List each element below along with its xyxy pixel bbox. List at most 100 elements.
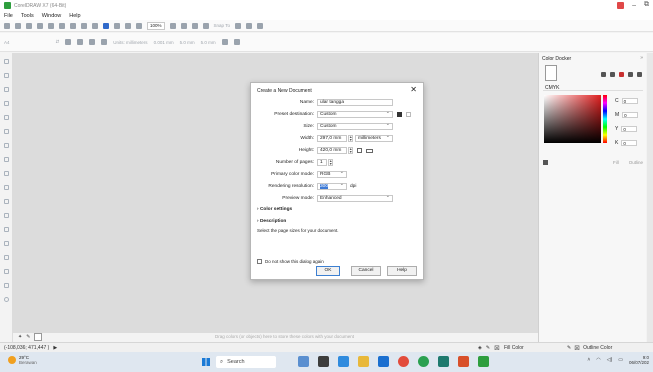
color-mode-select[interactable]: RGB <box>317 170 347 178</box>
rulers-icon[interactable] <box>180 22 187 29</box>
treat-as-filled-icon[interactable] <box>221 39 228 45</box>
hue-slider[interactable] <box>603 95 607 143</box>
eyedropper-icon[interactable] <box>601 72 606 77</box>
undo-icon[interactable] <box>81 22 87 29</box>
file-explorer-icon[interactable] <box>358 356 369 367</box>
all-pages-icon[interactable] <box>89 39 96 45</box>
zoom-tool-icon[interactable] <box>4 101 9 106</box>
add-page-icon[interactable] <box>233 39 240 45</box>
save-preset-icon[interactable] <box>397 112 402 117</box>
battery-icon[interactable]: ▭ <box>618 357 623 363</box>
outline-button[interactable]: Outline <box>629 160 643 165</box>
width-input[interactable]: 297,0 mm <box>317 135 347 142</box>
color-picker-field[interactable] <box>544 95 601 143</box>
menu-window[interactable]: Window <box>42 13 62 19</box>
portrait-orientation-icon[interactable] <box>357 148 362 153</box>
shape-tool-icon[interactable] <box>4 73 9 78</box>
resolution-select[interactable]: 300 <box>317 182 347 190</box>
play-icon[interactable]: ▶ <box>53 345 57 351</box>
new-document-icon[interactable] <box>4 22 10 29</box>
delete-preset-icon[interactable] <box>406 112 411 117</box>
print-icon[interactable] <box>37 22 43 29</box>
color-viewer-icon[interactable] <box>619 72 624 77</box>
opera-icon[interactable] <box>398 356 409 367</box>
options-icon[interactable] <box>234 22 241 29</box>
fill-none-icon[interactable]: ✦ <box>18 334 22 340</box>
full-screen-icon[interactable] <box>169 22 176 29</box>
channel-k-input[interactable]: 0 <box>621 139 638 146</box>
text-tool-icon[interactable] <box>4 185 9 190</box>
pick-tool-icon[interactable] <box>4 59 9 64</box>
crop-tool-icon[interactable] <box>4 87 9 92</box>
save-icon[interactable] <box>26 22 32 29</box>
minimize-icon[interactable]: – <box>632 2 636 9</box>
app-icon-1[interactable] <box>298 356 309 367</box>
notification-icon[interactable] <box>617 1 625 9</box>
page-size-select[interactable]: A4 <box>4 40 10 45</box>
menu-tools[interactable]: Tools <box>21 13 34 19</box>
name-input[interactable]: ular tangga <box>317 99 393 106</box>
cancel-button[interactable]: Cancel <box>351 266 381 276</box>
coreldraw-taskbar-icon[interactable] <box>478 356 489 367</box>
rectangle-tool-icon[interactable] <box>4 143 9 148</box>
channel-m-input[interactable]: 0 <box>622 111 639 118</box>
nudge-distance[interactable]: 0.001 mm <box>154 40 174 45</box>
drop-shadow-tool-icon[interactable] <box>4 227 9 232</box>
preset-destination-select[interactable]: Custom <box>317 110 393 118</box>
app-icon-2[interactable] <box>318 356 329 367</box>
duplicate-distance-y[interactable]: 5.0 mm <box>201 40 216 45</box>
channel-y-input[interactable]: 0 <box>621 125 638 132</box>
zoom-level-select[interactable]: 100% <box>147 21 165 30</box>
landscape-icon[interactable] <box>77 39 84 45</box>
landscape-orientation-icon[interactable] <box>366 148 373 153</box>
size-select[interactable]: Custom <box>317 122 393 130</box>
height-input[interactable]: 420,0 mm <box>317 147 347 154</box>
wifi-icon[interactable]: ◠ <box>596 357 600 363</box>
copy-icon[interactable] <box>59 22 65 29</box>
color-sliders-icon[interactable] <box>610 72 615 77</box>
more-options-icon[interactable] <box>637 72 642 77</box>
search-content-icon[interactable] <box>103 22 109 29</box>
open-icon[interactable] <box>15 22 21 29</box>
clock[interactable]: 9:0 06/07/202 <box>629 355 649 365</box>
snap-to-dropdown[interactable]: Snap To <box>214 23 230 28</box>
app-icon-3[interactable] <box>338 356 349 367</box>
units-select[interactable]: Units: millimeters <box>113 40 147 45</box>
pen-icon[interactable]: ✎ <box>26 334 30 340</box>
docker-close-icon[interactable]: » <box>640 55 643 61</box>
app-icon-8[interactable] <box>438 356 449 367</box>
width-spinner[interactable]: ▲ ▼ <box>348 135 353 142</box>
cut-icon[interactable] <box>48 22 54 29</box>
transparency-tool-icon[interactable] <box>4 241 9 246</box>
ellipse-tool-icon[interactable] <box>4 157 9 162</box>
guidelines-icon[interactable] <box>202 22 209 29</box>
launch-icon[interactable] <box>245 22 252 29</box>
edge-icon[interactable] <box>378 356 389 367</box>
freehand-tool-icon[interactable] <box>4 115 9 120</box>
portrait-icon[interactable] <box>65 39 72 45</box>
duplicate-distance-x[interactable]: 5.0 mm <box>180 40 195 45</box>
add-tool-icon[interactable] <box>4 297 9 302</box>
current-page-icon[interactable] <box>101 39 108 45</box>
pages-input[interactable]: 1 <box>317 159 327 166</box>
export-icon[interactable] <box>125 22 131 29</box>
no-color-swatch[interactable] <box>34 333 43 341</box>
dialog-close-icon[interactable]: ✕ <box>410 85 417 94</box>
color-settings-expander[interactable]: › Color settings <box>257 207 292 212</box>
resolution-value[interactable]: 300 <box>320 184 329 189</box>
color-eyedropper-tool-icon[interactable] <box>4 255 9 260</box>
restore-icon[interactable]: ⧉ <box>644 1 649 9</box>
units-select[interactable]: millimeters <box>355 134 393 142</box>
height-spinner[interactable]: ▲ ▼ <box>348 147 353 154</box>
grid-icon[interactable] <box>191 22 198 29</box>
ok-button[interactable]: OK <box>316 266 340 276</box>
description-expander[interactable]: › Description <box>257 219 286 224</box>
page-dimensions-spinner[interactable]: ⇵ <box>56 39 60 45</box>
publish-pdf-icon[interactable] <box>136 22 142 29</box>
polygon-tool-icon[interactable] <box>4 171 9 176</box>
color-palettes-icon[interactable] <box>628 72 633 77</box>
pages-spinner[interactable]: ▲ ▼ <box>328 159 333 166</box>
smart-fill-tool-icon[interactable] <box>4 283 9 288</box>
artistic-media-tool-icon[interactable] <box>4 129 9 134</box>
chrome-icon[interactable] <box>418 356 429 367</box>
